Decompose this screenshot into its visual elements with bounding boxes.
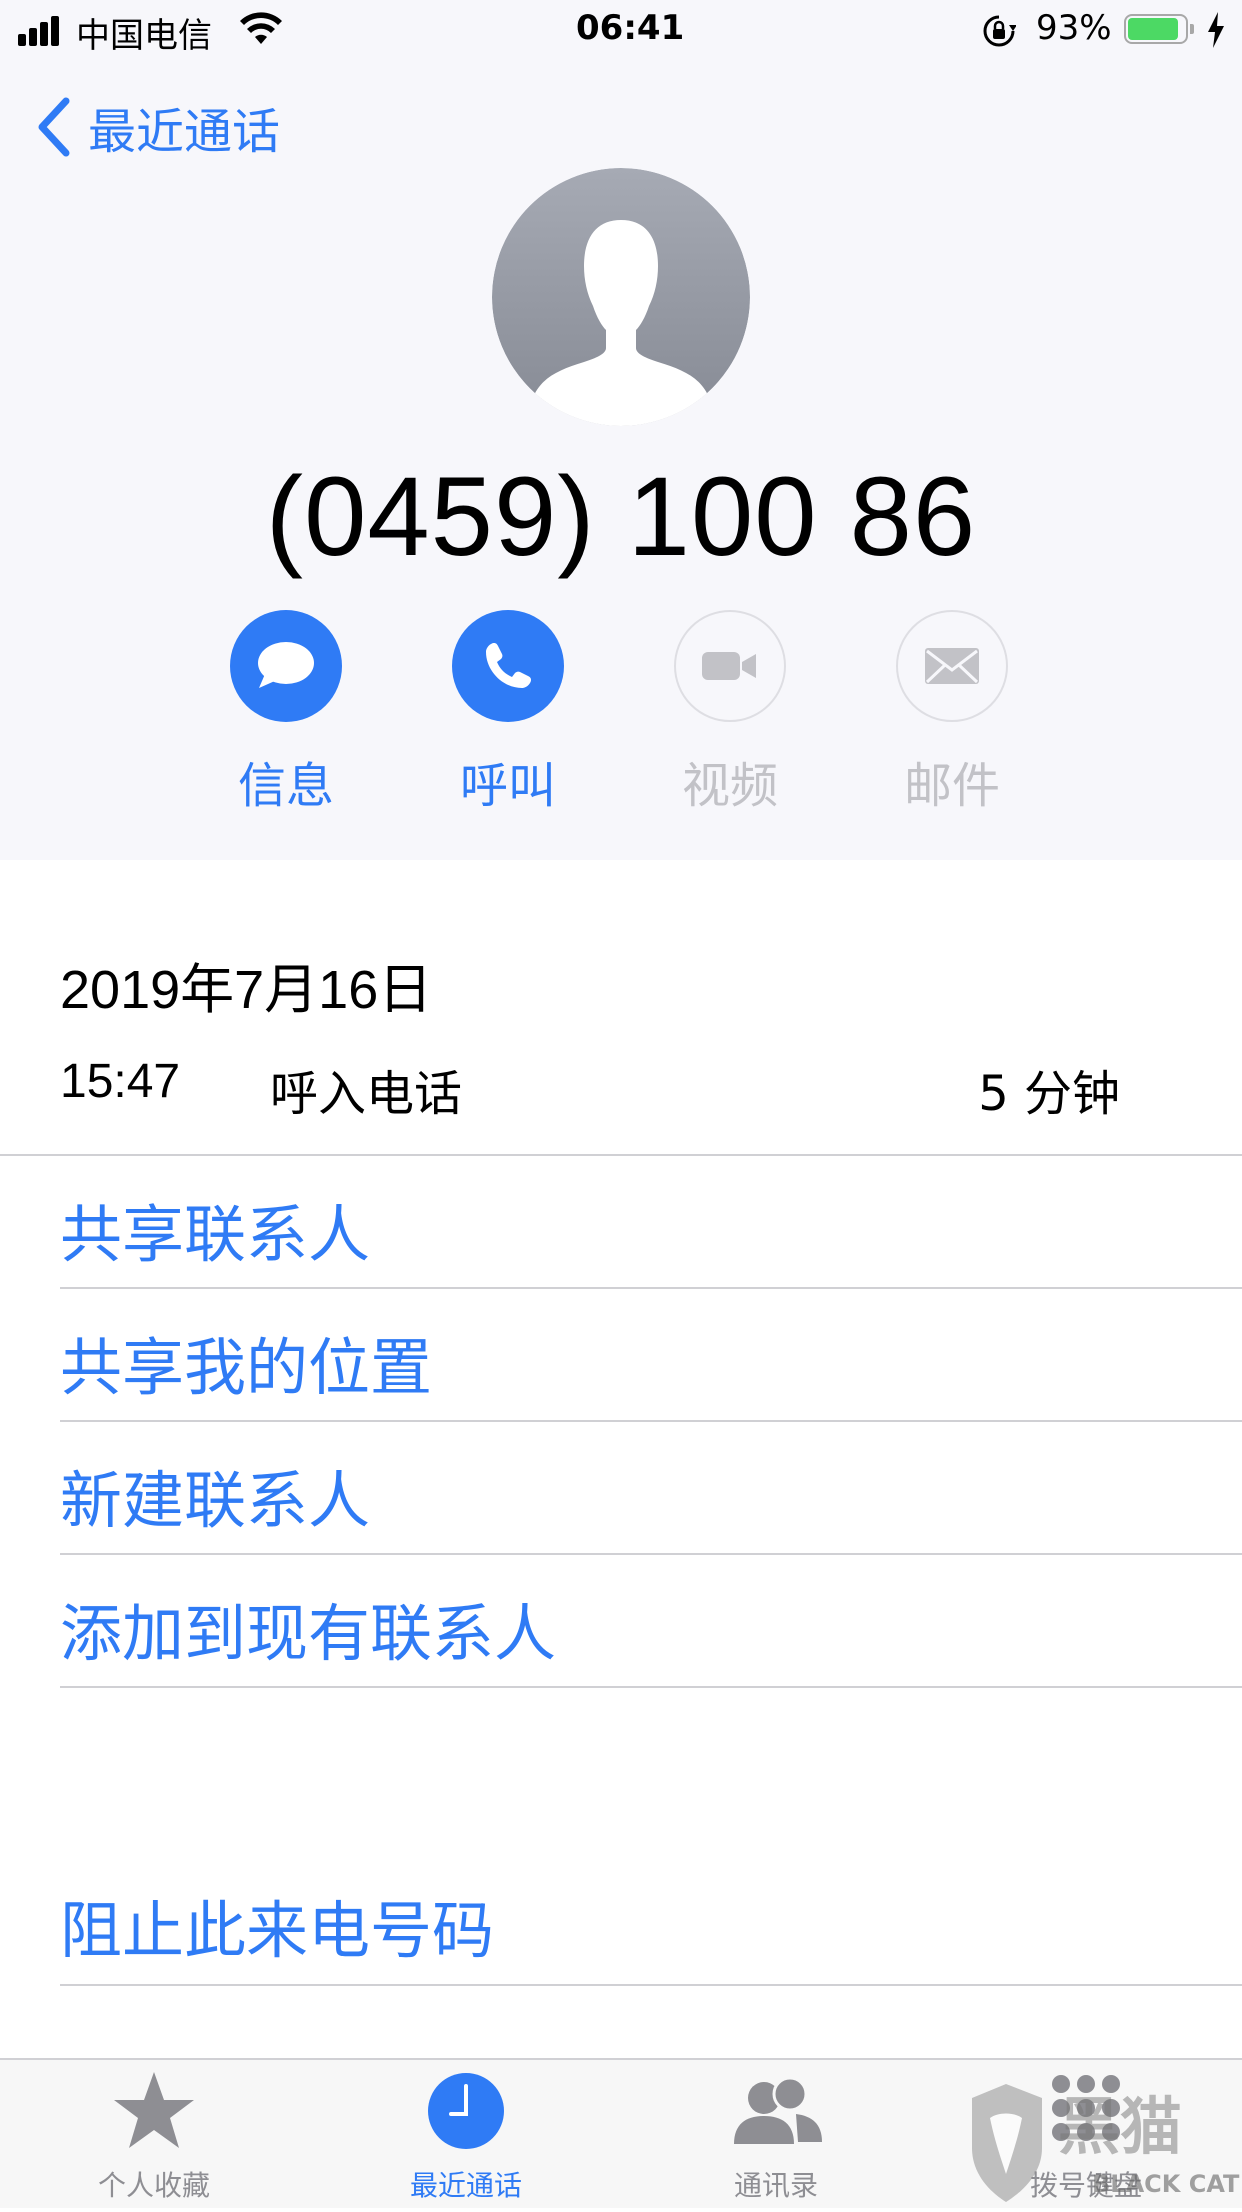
contact-header: 最近通话 (0459) 100 86 信息 呼叫 视频 邮件 — [0, 62, 1242, 860]
divider — [60, 1287, 1242, 1289]
chevron-left-icon — [38, 97, 70, 157]
mail-label: 邮件 — [903, 758, 1000, 814]
avatar — [492, 168, 750, 426]
clock-icon — [428, 2073, 504, 2149]
phone-icon — [486, 643, 531, 688]
call-time: 15:47 — [60, 1055, 181, 1108]
block-caller-button[interactable]: 阻止此来电号码 — [60, 1880, 494, 1970]
tab-favorites[interactable]: 个人收藏 — [54, 2070, 254, 2204]
divider — [60, 1553, 1242, 1555]
wifi-icon — [240, 12, 282, 44]
call-duration: 5 分钟 — [978, 1066, 1120, 1122]
divider — [60, 1686, 1242, 1688]
video-label: 视频 — [681, 758, 778, 814]
call-date: 2019年7月16日 — [60, 960, 433, 1020]
call-label: 呼叫 — [459, 758, 556, 814]
tab-label: 个人收藏 — [97, 2169, 210, 2202]
divider — [60, 1420, 1242, 1422]
watermark-text: BLACK CAT — [1092, 2170, 1240, 2198]
add-to-existing-contact-button[interactable]: 添加到现有联系人 — [60, 1583, 556, 1673]
carrier-label: 中国电信 — [76, 16, 212, 56]
back-button[interactable]: 最近通话 — [36, 92, 280, 162]
status-bar: 中国电信 06:41 93% — [0, 0, 1242, 62]
message-icon — [258, 642, 314, 688]
call-action[interactable]: 呼叫 — [408, 610, 608, 816]
share-contact-button[interactable]: 共享联系人 — [60, 1184, 370, 1274]
mail-button[interactable] — [896, 610, 1008, 722]
message-button[interactable] — [230, 610, 342, 722]
rotation-lock-icon — [983, 15, 1016, 47]
tab-recents[interactable]: 最近通话 — [366, 2070, 566, 2204]
mail-action[interactable]: 邮件 — [852, 610, 1052, 816]
video-button[interactable] — [674, 610, 786, 722]
mail-icon — [925, 648, 979, 684]
message-label: 信息 — [237, 758, 334, 814]
video-action[interactable]: 视频 — [630, 610, 830, 816]
video-icon — [702, 652, 756, 680]
battery-percent: 93% — [1036, 8, 1112, 48]
tab-label: 通讯录 — [733, 2169, 818, 2202]
battery-icon — [1124, 14, 1194, 46]
star-icon — [114, 2072, 194, 2148]
call-type: 呼入电话 — [270, 1066, 463, 1122]
signal-strength-icon — [18, 16, 68, 46]
charging-bolt-icon — [1208, 12, 1224, 48]
phone-number: (0459) 100 86 — [265, 454, 977, 579]
divider — [0, 1154, 1242, 1156]
clock-label: 06:41 — [576, 8, 685, 48]
call-button[interactable] — [452, 610, 564, 722]
divider — [60, 1984, 1242, 1986]
tab-contacts[interactable]: 通讯录 — [676, 2070, 876, 2204]
contacts-icon — [734, 2076, 822, 2144]
message-action[interactable]: 信息 — [186, 610, 386, 816]
person-placeholder-icon — [492, 168, 750, 426]
call-entry: 15:47 呼入电话 5 分钟 — [60, 1054, 1120, 1122]
tab-label: 最近通话 — [409, 2169, 522, 2202]
share-location-button[interactable]: 共享我的位置 — [60, 1317, 432, 1407]
back-label: 最近通话 — [88, 104, 281, 160]
new-contact-button[interactable]: 新建联系人 — [60, 1450, 370, 1540]
svg-text:黑猫: 黑猫 — [1058, 2090, 1182, 2163]
